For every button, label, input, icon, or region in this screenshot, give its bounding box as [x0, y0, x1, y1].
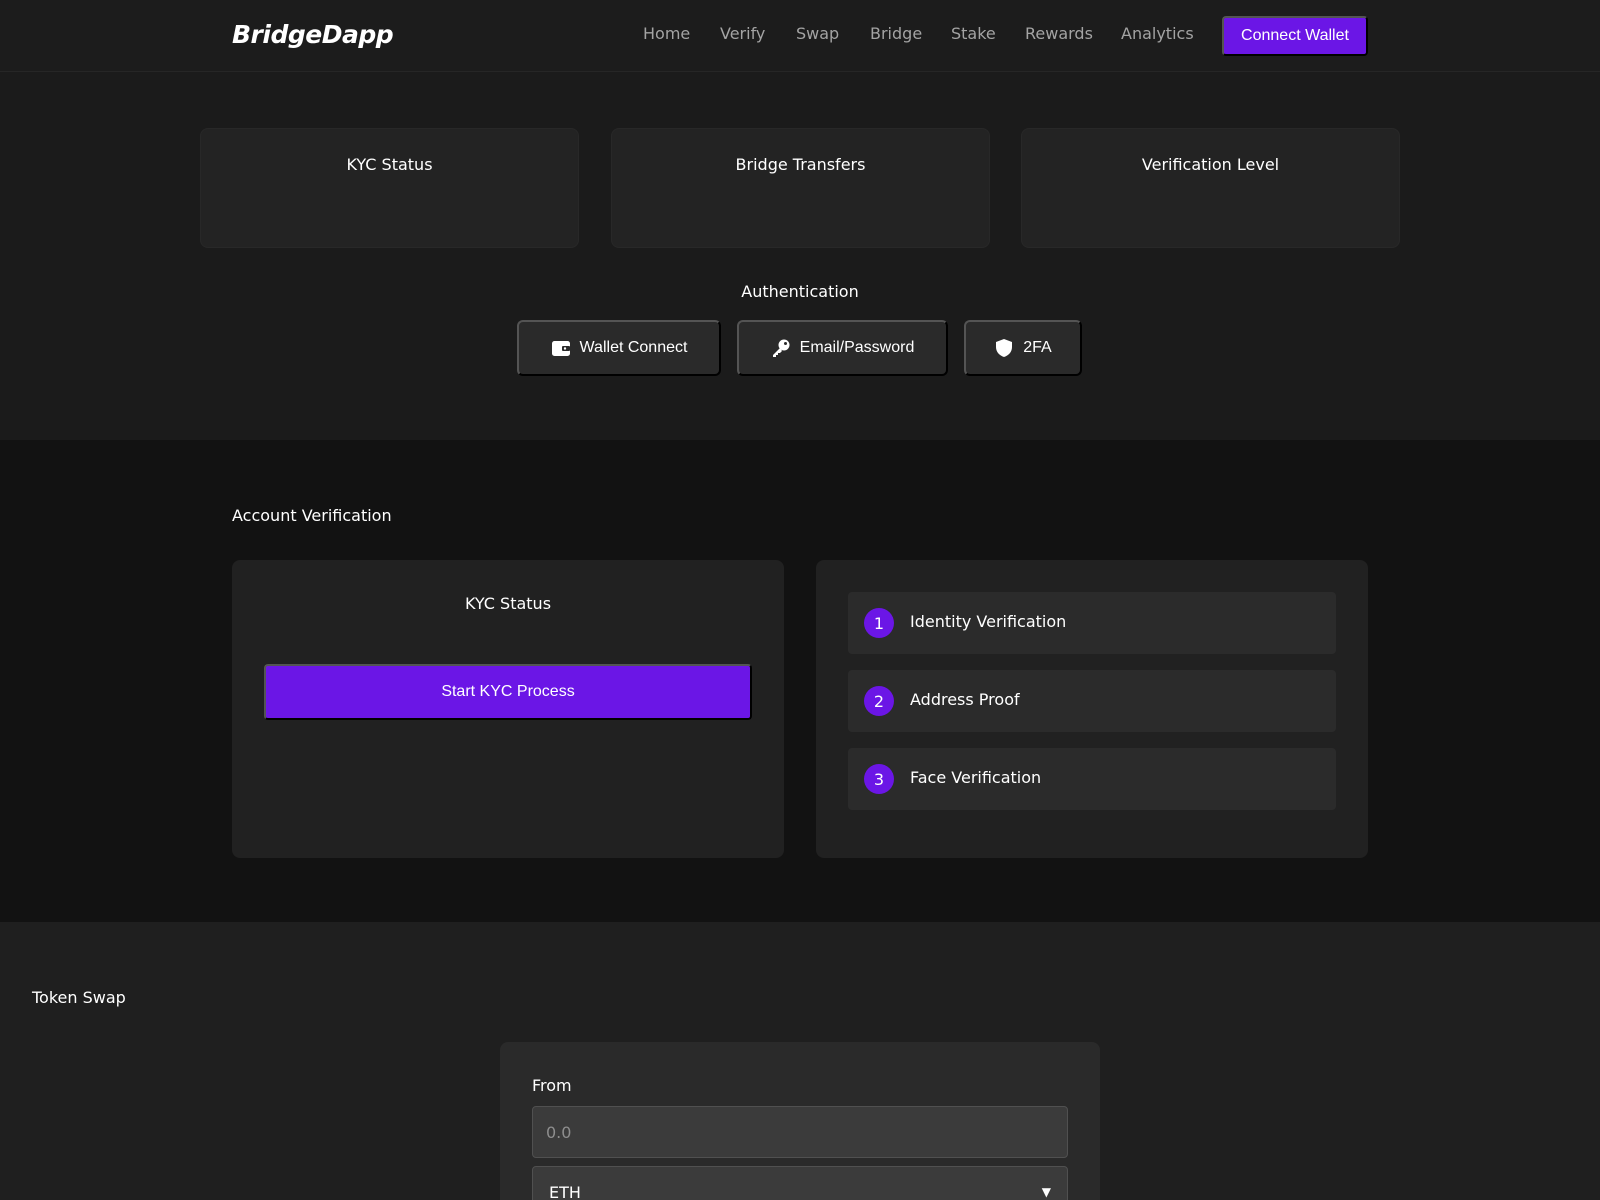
stat-card-verification-level: Verification Level	[1021, 128, 1400, 248]
shield-icon	[996, 339, 1013, 357]
step-identity-verification[interactable]: 1 Identity Verification	[848, 592, 1336, 654]
account-verification-section: Account Verification KYC Status Start KY…	[0, 440, 1600, 922]
wallet-icon	[551, 341, 570, 356]
nav-link-stake[interactable]: Stake	[951, 24, 996, 43]
nav-link-rewards[interactable]: Rewards	[1025, 24, 1093, 43]
kyc-status-panel: KYC Status Start KYC Process	[232, 560, 784, 858]
nav-link-verify[interactable]: Verify	[720, 24, 765, 43]
stat-card-label: Bridge Transfers	[735, 155, 866, 174]
step-face-verification[interactable]: 3 Face Verification	[848, 748, 1336, 810]
token-select-value: ETH	[549, 1182, 581, 1200]
two-factor-auth-button[interactable]: 2FA	[964, 320, 1082, 376]
stat-card-label: KYC Status	[346, 155, 433, 174]
step-number-badge: 2	[864, 686, 894, 716]
section-title: Account Verification	[232, 506, 392, 525]
step-label: Face Verification	[910, 768, 1042, 787]
start-kyc-button[interactable]: Start KYC Process	[264, 664, 752, 720]
nav-link-home[interactable]: Home	[643, 24, 690, 43]
auth-option-label: 2FA	[1023, 339, 1052, 356]
nav-link-bridge[interactable]: Bridge	[870, 24, 922, 43]
verification-steps-panel: 1 Identity Verification 2 Address Proof …	[816, 560, 1368, 858]
wallet-connect-button[interactable]: Wallet Connect	[517, 320, 721, 376]
key-icon	[772, 339, 790, 357]
step-label: Identity Verification	[910, 612, 1067, 631]
email-password-button[interactable]: Email/Password	[737, 320, 948, 376]
chevron-down-icon: ▼	[1041, 1185, 1051, 1199]
stat-card-kyc-status: KYC Status	[200, 128, 579, 248]
nav-link-swap[interactable]: Swap	[796, 24, 839, 43]
token-select[interactable]: ETH ▼	[532, 1166, 1068, 1200]
token-swap-section: Token Swap From ETH ▼	[0, 922, 1600, 1200]
section-title: Token Swap	[32, 988, 126, 1007]
swap-card: From ETH ▼	[500, 1042, 1100, 1200]
stat-card-bridge-transfers: Bridge Transfers	[611, 128, 990, 248]
amount-input[interactable]	[532, 1106, 1068, 1158]
step-address-proof[interactable]: 2 Address Proof	[848, 670, 1336, 732]
step-number-badge: 1	[864, 608, 894, 638]
kyc-status-title: KYC Status	[464, 594, 552, 613]
nav-link-analytics[interactable]: Analytics	[1121, 24, 1194, 43]
from-label: From	[532, 1076, 572, 1095]
step-number-badge: 3	[864, 764, 894, 794]
top-navbar: BridgeDapp Home Verify Swap Bridge Stake…	[0, 0, 1600, 72]
auth-option-label: Email/Password	[799, 339, 915, 356]
step-label: Address Proof	[910, 690, 1020, 709]
authentication-title: Authentication	[741, 282, 859, 301]
auth-option-label: Wallet Connect	[579, 339, 688, 356]
connect-wallet-button[interactable]: Connect Wallet	[1222, 16, 1368, 56]
stat-card-label: Verification Level	[1141, 155, 1280, 174]
dashboard-section: KYC Status Bridge Transfers Verification…	[0, 72, 1600, 440]
